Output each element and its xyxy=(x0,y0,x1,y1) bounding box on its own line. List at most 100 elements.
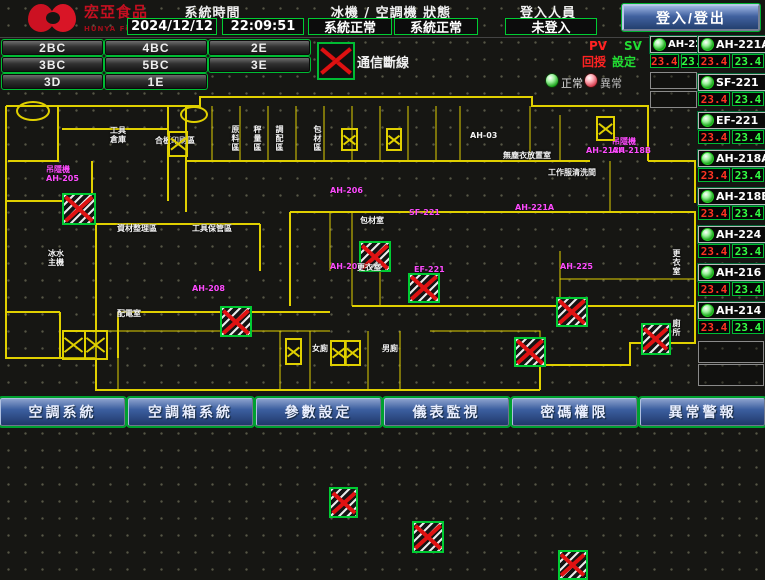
floor-button-3D[interactable]: 3D xyxy=(2,74,103,89)
room-label: 原料區 xyxy=(231,125,240,152)
room-label: 包材室 xyxy=(360,216,384,225)
room-label: AH-03 xyxy=(470,131,497,140)
abnormal-label: 異常 xyxy=(600,75,622,91)
bottom-nav: 空調系統空調箱系統參數設定儀表監視密碼權限異常警報 xyxy=(0,398,765,426)
pv-value: 23.4 xyxy=(698,54,730,68)
unit-name-AH-216[interactable]: AH-216 xyxy=(698,264,765,281)
nav-button-參數設定[interactable]: 參數設定 xyxy=(256,398,381,426)
equipment-tag-label: AH-206 xyxy=(330,186,363,195)
pv-value: 23.4 xyxy=(650,54,679,68)
pv-value: 23.4 xyxy=(698,130,730,144)
pv-value: 23.4 xyxy=(698,282,730,296)
equipment-tag-label: 吊隱機 AH-218B xyxy=(612,137,651,155)
floor-button-4BC[interactable]: 4BC xyxy=(105,40,206,55)
equipment-tag-label: AH-225 xyxy=(560,262,593,271)
nav-button-空調系統[interactable]: 空調系統 xyxy=(0,398,125,426)
unit-lamp-icon xyxy=(701,304,714,317)
equipment-tag-label: AH-221A xyxy=(515,203,554,212)
hmi-screen: { "header": { "logo": {"title": "宏亞食品", … xyxy=(0,0,765,426)
room-label: 工作服清洗間 xyxy=(548,168,596,177)
equipment-tag-label: AH-208 xyxy=(192,284,225,293)
equipment-offline-marker[interactable] xyxy=(556,297,588,327)
room-label: 更衣室 xyxy=(672,249,681,276)
sv-desc-label: 設定 xyxy=(612,53,636,70)
unit-lamp-icon xyxy=(701,152,714,165)
equipment-tag-label: 吊隱機 AH-205 xyxy=(46,165,79,183)
unit-lamp-icon xyxy=(701,228,714,241)
unit-lamp-icon xyxy=(701,266,714,279)
header: 宏亞食品 HUNYA FOODS 系統時間 2024/12/12 22:09:5… xyxy=(0,0,765,38)
equipment-offline-marker[interactable] xyxy=(558,550,588,580)
comm-offline-label: 通信斷線 xyxy=(357,52,409,71)
room-label: 配電室 xyxy=(117,309,141,318)
equipment-offline-marker[interactable] xyxy=(329,487,358,518)
sv-label: SV xyxy=(624,39,642,53)
unit-name-AH-225[interactable]: AH-225 xyxy=(650,36,699,53)
sv-value: 23.4 xyxy=(732,206,764,220)
equipment-offline-marker[interactable] xyxy=(641,323,671,355)
system-time-value: 22:09:51 xyxy=(222,18,304,35)
floorplan: 吊隱機 AH-205AH-208AH-206SF-221AH-221AAH-21… xyxy=(0,91,698,397)
unit-name-label: SF-221 xyxy=(716,76,759,89)
unit-name-AH-221A[interactable]: AH-221A xyxy=(698,36,765,53)
unit-name-AH-218A[interactable]: AH-218A xyxy=(698,150,765,167)
unit-values-AH-218A: 23.423.4 xyxy=(698,168,764,182)
unit-values-AH-216: 23.423.4 xyxy=(698,282,764,296)
unit-name-EF-221[interactable]: EF-221 xyxy=(698,112,765,129)
sv-value: 23.4 xyxy=(732,92,764,106)
shaft-x-icon xyxy=(341,128,358,151)
floor-button-3E[interactable]: 3E xyxy=(209,57,310,72)
room-label: 包材區 xyxy=(313,125,322,152)
unit-name-SF-221[interactable]: SF-221 xyxy=(698,74,765,91)
equipment-offline-marker[interactable] xyxy=(514,337,546,367)
floor-button-5BC[interactable]: 5BC xyxy=(105,57,206,72)
unit-name-AH-214[interactable]: AH-214 xyxy=(698,302,765,319)
floor-button-2BC[interactable]: 2BC xyxy=(2,40,103,55)
comm-offline-icon xyxy=(317,42,355,80)
panel-empty-slot xyxy=(650,72,697,89)
unit-lamp-icon xyxy=(701,38,714,51)
equipment-offline-marker[interactable] xyxy=(412,521,444,553)
nav-button-儀表監視[interactable]: 儀表監視 xyxy=(384,398,509,426)
shaft-x-icon xyxy=(285,338,302,365)
pv-value: 23.4 xyxy=(698,168,730,182)
panel-empty-slot xyxy=(698,341,764,363)
login-logout-button[interactable]: 登入/登出 xyxy=(622,4,760,31)
unit-name-AH-218B[interactable]: AH-218B xyxy=(698,188,765,205)
nav-button-密碼權限[interactable]: 密碼權限 xyxy=(512,398,637,426)
sv-value: 23.4 xyxy=(732,244,764,258)
pv-desc-label: 回授 xyxy=(582,53,606,70)
equipment-offline-marker[interactable] xyxy=(220,306,252,337)
unit-lamp-icon xyxy=(653,38,666,51)
system-date-value: 2024/12/12 xyxy=(127,18,217,35)
unit-name-label: AH-218A xyxy=(716,152,765,165)
room-label: 資材整理區 xyxy=(117,224,157,233)
unit-values-AH-224: 23.423.4 xyxy=(698,244,764,258)
room-label: 冰水 主機 xyxy=(48,249,64,267)
abnormal-lamp-icon xyxy=(584,73,598,88)
chiller-status-value: 系統正常 xyxy=(308,18,392,35)
unit-values-AH-221A: 23.423.4 xyxy=(698,54,764,68)
unit-name-AH-224[interactable]: AH-224 xyxy=(698,226,765,243)
floor-buttons: 2BC4BC2E 3BC5BC3E 3D1E xyxy=(2,40,310,89)
sv-value: 23.4 xyxy=(732,320,764,334)
sv-value: 23.4 xyxy=(732,168,764,182)
unit-values-EF-221: 23.423.4 xyxy=(698,130,764,144)
unit-values-AH-218B: 23.423.4 xyxy=(698,206,764,220)
unit-name-label: AH-218B xyxy=(716,190,765,203)
unit-lamp-icon xyxy=(701,190,714,203)
floor-button-2E[interactable]: 2E xyxy=(209,40,310,55)
shaft-x-icon xyxy=(344,340,361,366)
floor-button-3BC[interactable]: 3BC xyxy=(2,57,103,72)
room-label: 工具保管區 xyxy=(192,224,232,233)
unit-name-label: AH-224 xyxy=(716,228,761,241)
equipment-offline-marker[interactable] xyxy=(62,193,96,225)
shaft-x-icon xyxy=(168,131,188,157)
unit-name-label: AH-221A xyxy=(716,38,765,51)
nav-button-空調箱系統[interactable]: 空調箱系統 xyxy=(128,398,253,426)
nav-button-異常警報[interactable]: 異常警報 xyxy=(640,398,765,426)
equipment-offline-marker[interactable] xyxy=(408,273,440,303)
room-label: 調配區 xyxy=(275,125,284,152)
room-label: 無塵衣放置室 xyxy=(503,151,551,160)
floor-button-1E[interactable]: 1E xyxy=(105,74,206,89)
